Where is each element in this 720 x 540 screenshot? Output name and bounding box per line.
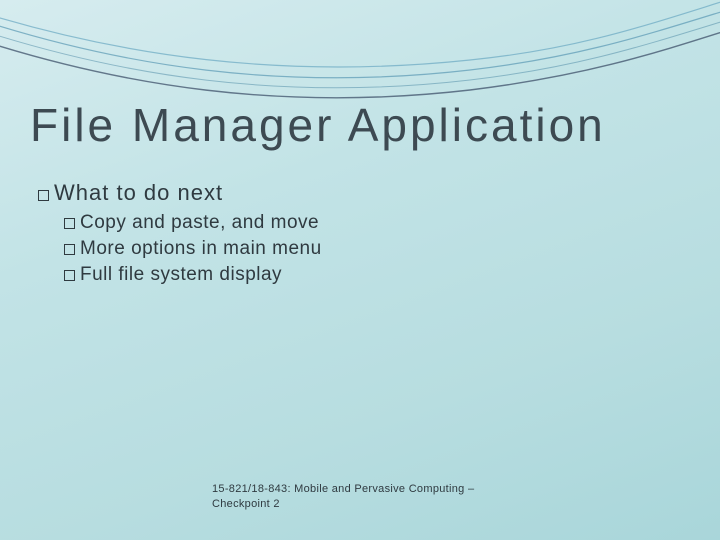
heading-text: What to do next	[54, 180, 223, 205]
bullet-level2: More options in main menu	[64, 238, 658, 260]
bullet-level2: Full file system display	[64, 264, 658, 286]
sub-bullets: Copy and paste, and move More options in…	[64, 212, 658, 286]
footer: 15-821/18-843: Mobile and Pervasive Comp…	[212, 482, 532, 512]
slide-title: File Manager Application	[30, 98, 606, 152]
bullet-level2: Copy and paste, and move	[64, 212, 658, 234]
item-text: More options in main menu	[80, 238, 322, 259]
item-text: Full file system display	[80, 264, 282, 285]
item-text: Copy and paste, and move	[80, 212, 319, 233]
slide: File Manager Application What to do next…	[0, 0, 720, 540]
footer-line1: 15-821/18-843: Mobile and Pervasive Comp…	[212, 483, 474, 495]
square-bullet-icon	[64, 244, 75, 255]
bullet-level1: What to do next	[38, 180, 658, 206]
square-bullet-icon	[64, 270, 75, 281]
square-bullet-icon	[38, 190, 49, 201]
square-bullet-icon	[64, 218, 75, 229]
footer-line2: Checkpoint 2	[212, 498, 280, 510]
content-block: What to do next Copy and paste, and move…	[38, 180, 658, 290]
